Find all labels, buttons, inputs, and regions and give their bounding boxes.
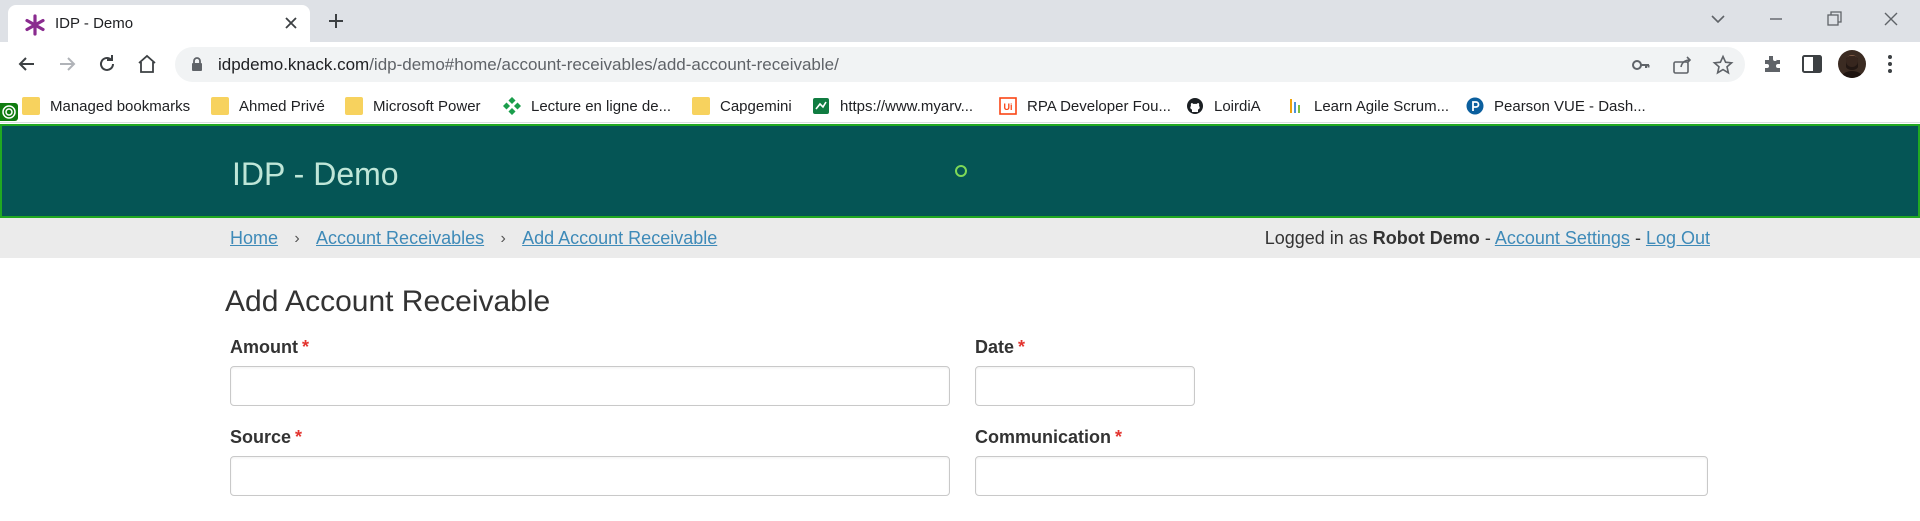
amount-label: Amount * <box>230 337 309 358</box>
bookmark-myarv[interactable]: https://www.myarv... <box>812 95 973 117</box>
green-diamond-icon <box>503 97 521 115</box>
tab-title: IDP - Demo <box>55 15 134 32</box>
side-panel-icon[interactable] <box>1800 52 1824 76</box>
logged-in-user: Robot Demo <box>1372 228 1480 248</box>
bars-icon <box>1290 99 1300 113</box>
app-header: IDP - Demo <box>0 124 1920 218</box>
bookmark-label: Pearson VUE - Dash... <box>1494 97 1646 115</box>
bookmark-capgemini[interactable]: Capgemini <box>692 95 792 117</box>
share-icon[interactable] <box>1671 54 1693 76</box>
bookmark-lecture-en-ligne[interactable]: Lecture en ligne de... <box>503 95 671 117</box>
bookmark-label: LoirdiA <box>1214 97 1261 115</box>
session-separator: - <box>1634 228 1641 248</box>
breadcrumb-home-link[interactable]: Home <box>230 228 278 249</box>
amount-label-text: Amount <box>230 337 298 357</box>
profile-avatar[interactable] <box>1838 50 1866 78</box>
knack-asterisk-icon <box>25 14 45 36</box>
folder-icon <box>22 97 40 115</box>
required-mark: * <box>301 337 309 357</box>
reload-icon[interactable] <box>95 52 119 76</box>
breadcrumb-bar: Home › Account Receivables › Add Account… <box>0 218 1920 258</box>
bookmark-ahmed-prive[interactable]: Ahmed Privé <box>211 95 325 117</box>
bookmark-label: Learn Agile Scrum... <box>1314 97 1450 115</box>
breadcrumb-add-account-receivable-link[interactable]: Add Account Receivable <box>522 228 717 249</box>
chevron-right-icon: › <box>294 229 300 247</box>
required-mark: * <box>295 427 303 447</box>
session-info: Logged in as Robot Demo - Account Settin… <box>1265 228 1710 249</box>
extensions-puzzle-icon[interactable] <box>1760 52 1784 76</box>
bookmark-label: Capgemini <box>720 97 792 115</box>
date-field[interactable] <box>975 366 1195 406</box>
required-mark: * <box>1018 337 1026 357</box>
folder-icon <box>211 97 229 115</box>
browser-toolbar: idpdemo.knack.com/idp-demo#home/account-… <box>0 42 1920 87</box>
communication-label: Communication * <box>975 427 1122 448</box>
avatar-image <box>1842 55 1862 78</box>
tab-strip: IDP - Demo <box>0 0 1920 42</box>
bookmark-microsoft-power[interactable]: Microsoft Power <box>345 95 481 117</box>
breadcrumb-account-receivables-link[interactable]: Account Receivables <box>316 228 484 249</box>
close-tab-icon[interactable] <box>280 12 302 34</box>
uipath-icon: Ui <box>999 97 1017 115</box>
more-menu-icon[interactable] <box>1878 52 1902 76</box>
required-mark: * <box>1115 427 1123 447</box>
chevron-right-icon: › <box>500 229 506 247</box>
logged-in-prefix: Logged in as <box>1264 228 1368 248</box>
bookmark-label: Lecture en ligne de... <box>531 97 672 115</box>
communication-label-text: Communication <box>975 427 1112 447</box>
green-square-icon <box>813 98 829 114</box>
back-icon[interactable] <box>15 52 39 76</box>
bookmark-star-icon[interactable] <box>1712 54 1734 76</box>
account-settings-link[interactable]: Account Settings <box>1495 228 1630 248</box>
session-separator: - <box>1484 228 1491 248</box>
app-title[interactable]: IDP - Demo <box>232 156 399 193</box>
lock-icon[interactable] <box>189 56 205 72</box>
logout-link[interactable]: Log Out <box>1646 228 1710 248</box>
target-icon <box>2 105 16 119</box>
bookmark-pearson-vue[interactable]: Pearson VUE - Dash... <box>1466 95 1646 117</box>
github-icon <box>1187 98 1203 114</box>
home-icon[interactable] <box>135 52 159 76</box>
source-field[interactable] <box>230 456 950 496</box>
folder-icon <box>345 97 363 115</box>
bookmark-label: https://www.myarv... <box>840 97 974 115</box>
page-title: Add Account Receivable <box>225 285 551 318</box>
forward-icon[interactable] <box>55 52 79 76</box>
extension-target-icon[interactable] <box>0 103 18 121</box>
svg-text:Ui: Ui <box>1004 102 1013 112</box>
bookmark-managed-bookmarks[interactable]: Managed bookmarks <box>22 95 190 117</box>
bookmark-loirdia[interactable]: LoirdiA <box>1186 95 1261 117</box>
pearson-icon <box>1466 97 1484 115</box>
source-label: Source * <box>230 427 302 448</box>
close-window-icon[interactable] <box>1880 8 1902 30</box>
source-label-text: Source <box>230 427 292 447</box>
folder-icon <box>692 97 710 115</box>
bookmarks-bar: Managed bookmarks Ahmed Privé Microsoft … <box>0 87 1920 123</box>
tab-search-icon[interactable] <box>1707 8 1729 30</box>
restore-icon[interactable] <box>1823 8 1845 30</box>
date-label: Date * <box>975 337 1025 358</box>
url-text[interactable]: idpdemo.knack.com/idp-demo#home/account-… <box>218 55 839 75</box>
bookmark-label: Ahmed Privé <box>239 97 325 115</box>
communication-field[interactable] <box>975 456 1708 496</box>
minimize-icon[interactable] <box>1765 8 1787 30</box>
address-bar[interactable]: idpdemo.knack.com/idp-demo#home/account-… <box>175 47 1745 82</box>
amount-field[interactable] <box>230 366 950 406</box>
url-host: idpdemo.knack.com <box>218 55 370 74</box>
date-label-text: Date <box>975 337 1015 357</box>
bookmark-label: Microsoft Power <box>373 97 481 115</box>
bookmark-learn-agile-scrum[interactable]: Learn Agile Scrum... <box>1286 95 1449 117</box>
cursor-indicator-icon <box>955 165 967 177</box>
breadcrumb: Home › Account Receivables › Add Account… <box>230 228 717 249</box>
bookmark-label: Managed bookmarks <box>50 97 191 115</box>
bookmark-rpa-developer[interactable]: Ui RPA Developer Fou... <box>999 95 1171 117</box>
new-tab-icon[interactable] <box>325 10 347 32</box>
key-icon[interactable] <box>1630 54 1652 76</box>
browser-tab[interactable]: IDP - Demo <box>8 5 310 42</box>
bookmark-label: RPA Developer Fou... <box>1027 97 1171 115</box>
url-path: /idp-demo#home/account-receivables/add-a… <box>369 55 839 74</box>
